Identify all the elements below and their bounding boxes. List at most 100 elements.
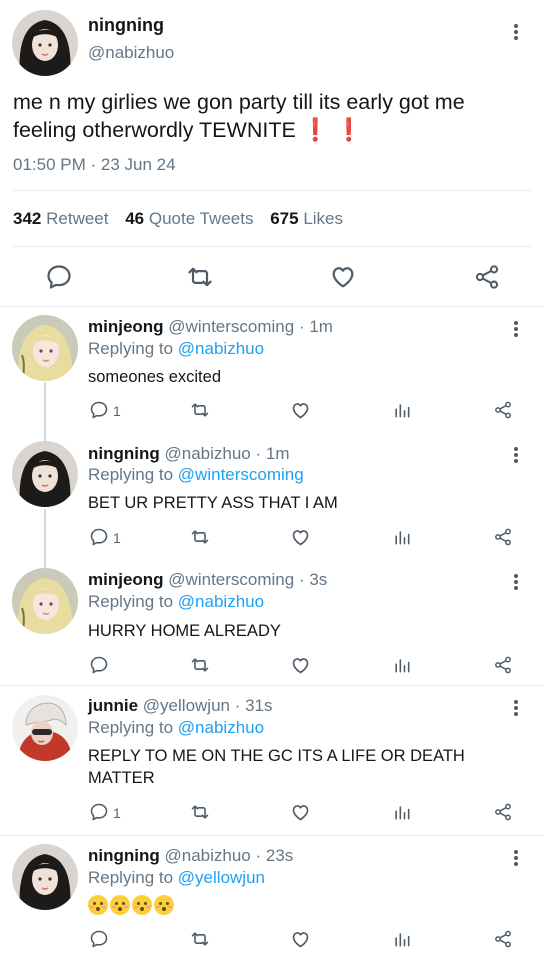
reply-tweet[interactable]: ningning @nabizhuo · 1m Replying to @win…: [0, 433, 544, 559]
share-icon[interactable]: [493, 527, 513, 547]
more-options-icon[interactable]: [514, 572, 518, 592]
more-options-icon[interactable]: [514, 848, 518, 868]
analytics-icon[interactable]: [392, 400, 412, 420]
replying-to-link[interactable]: @winterscoming: [178, 465, 304, 484]
tweet-actions: [0, 258, 544, 294]
avatar-image: [12, 441, 78, 507]
reply-time: · 1m: [298, 317, 333, 336]
reply-icon[interactable]: [45, 263, 73, 291]
reply-tweet[interactable]: minjeong @winterscoming · 3s Replying to…: [0, 560, 544, 686]
quote-count[interactable]: 46: [125, 209, 144, 228]
reply-icon[interactable]: [89, 929, 109, 949]
reply-tweet[interactable]: ningning @nabizhuo · 23s Replying to @ye…: [0, 836, 544, 960]
reply-author-handle[interactable]: @winterscoming: [168, 570, 294, 589]
retweet-icon[interactable]: [190, 655, 210, 675]
retweet-count[interactable]: 342: [13, 209, 41, 228]
reply-text: someones excited: [88, 368, 221, 386]
replying-to-label: Replying to: [88, 868, 174, 887]
analytics-icon[interactable]: [392, 527, 412, 547]
avatar-image: [12, 695, 78, 761]
like-icon[interactable]: [290, 400, 311, 421]
replying-to-link[interactable]: @yellowjun: [178, 868, 265, 887]
reply-header: ningning @nabizhuo · 23s: [88, 846, 293, 866]
reply-author-handle[interactable]: @nabizhuo: [165, 846, 251, 865]
reply-icon[interactable]: [89, 655, 109, 675]
reply-icon[interactable]: [89, 527, 109, 547]
retweet-icon[interactable]: [186, 263, 214, 291]
like-icon[interactable]: [290, 527, 311, 548]
reply-author-handle[interactable]: @nabizhuo: [165, 444, 251, 463]
more-options-icon[interactable]: [514, 445, 518, 465]
reply-author-name[interactable]: minjeong: [88, 317, 164, 336]
tweet-text: me n my girlies we gon party till its ea…: [13, 89, 528, 144]
reply-time: · 3s: [298, 570, 328, 589]
retweet-icon[interactable]: [190, 400, 210, 420]
reply-author-name[interactable]: ningning: [88, 846, 160, 865]
reply-author-name[interactable]: ningning: [88, 444, 160, 463]
reply-text: BET UR PRETTY ASS THAT I AM: [88, 494, 338, 512]
reply-header: minjeong @winterscoming · 1m: [88, 317, 333, 337]
reply-author-handle[interactable]: @winterscoming: [168, 317, 294, 336]
share-icon[interactable]: [493, 655, 513, 675]
analytics-icon[interactable]: [392, 929, 412, 949]
share-icon[interactable]: [493, 400, 513, 420]
like-label[interactable]: Likes: [303, 209, 343, 228]
share-icon[interactable]: [493, 802, 513, 822]
retweet-icon[interactable]: [190, 929, 210, 949]
replying-to: Replying to @winterscoming: [88, 465, 304, 485]
replying-to: Replying to @nabizhuo: [88, 339, 264, 359]
avatar-image: [12, 844, 78, 910]
avatar[interactable]: [12, 844, 78, 910]
like-icon[interactable]: [290, 655, 311, 676]
tweet-stats: 342 Retweet 46 Quote Tweets 675 Likes: [13, 209, 343, 229]
replying-to-label: Replying to: [88, 339, 174, 358]
replying-to-link[interactable]: @nabizhuo: [178, 592, 264, 611]
reply-time: · 1m: [255, 444, 290, 463]
like-count[interactable]: 675: [270, 209, 298, 228]
reply-tweet[interactable]: minjeong @winterscoming · 1m Replying to…: [0, 307, 544, 433]
reply-time: · 23s: [255, 846, 294, 865]
analytics-icon[interactable]: [392, 655, 412, 675]
reply-text: HURRY HOME ALREADY: [88, 622, 281, 640]
replying-to-label: Replying to: [88, 718, 174, 737]
main-tweet: ningning @nabizhuo me n my girlies we go…: [0, 0, 544, 307]
more-options-icon[interactable]: [514, 22, 518, 42]
reply-actions: [0, 926, 544, 954]
share-icon[interactable]: [473, 263, 501, 291]
tweet-body: me n my girlies we gon party till its ea…: [13, 90, 465, 142]
avatar[interactable]: [12, 315, 78, 381]
kissing-blushing-emoji: [132, 895, 152, 915]
reply-icon[interactable]: [89, 802, 109, 822]
retweet-icon[interactable]: [190, 527, 210, 547]
replying-to-link[interactable]: @nabizhuo: [178, 339, 264, 358]
like-icon[interactable]: [290, 802, 311, 823]
reply-header: junnie @yellowjun · 31s: [88, 696, 273, 716]
like-icon[interactable]: [290, 929, 311, 950]
avatar[interactable]: [12, 441, 78, 507]
author-handle[interactable]: @nabizhuo: [88, 43, 174, 63]
more-options-icon[interactable]: [514, 698, 518, 718]
avatar[interactable]: [12, 10, 78, 76]
replying-to: Replying to @yellowjun: [88, 868, 265, 888]
reply-author-handle[interactable]: @yellowjun: [143, 696, 230, 715]
tweet-timestamp[interactable]: 01:50 PM · 23 Jun 24: [13, 155, 176, 175]
replying-to-link[interactable]: @nabizhuo: [178, 718, 264, 737]
analytics-icon[interactable]: [392, 802, 412, 822]
reply-author-name[interactable]: minjeong: [88, 570, 164, 589]
reply-author-name[interactable]: junnie: [88, 696, 138, 715]
retweet-label[interactable]: Retweet: [46, 209, 108, 228]
replying-to: Replying to @nabizhuo: [88, 718, 264, 738]
like-icon[interactable]: [329, 263, 357, 291]
avatar[interactable]: [12, 695, 78, 761]
more-options-icon[interactable]: [514, 319, 518, 339]
avatar[interactable]: [12, 568, 78, 634]
quote-label[interactable]: Quote Tweets: [149, 209, 254, 228]
reply-tweet[interactable]: junnie @yellowjun · 31s Replying to @nab…: [0, 686, 544, 836]
exclamation-emoji: ❗ ❗: [301, 117, 363, 142]
divider: [13, 190, 531, 191]
reply-icon[interactable]: [89, 400, 109, 420]
retweet-icon[interactable]: [190, 802, 210, 822]
replying-to-label: Replying to: [88, 465, 174, 484]
author-name[interactable]: ningning: [88, 15, 164, 36]
share-icon[interactable]: [493, 929, 513, 949]
